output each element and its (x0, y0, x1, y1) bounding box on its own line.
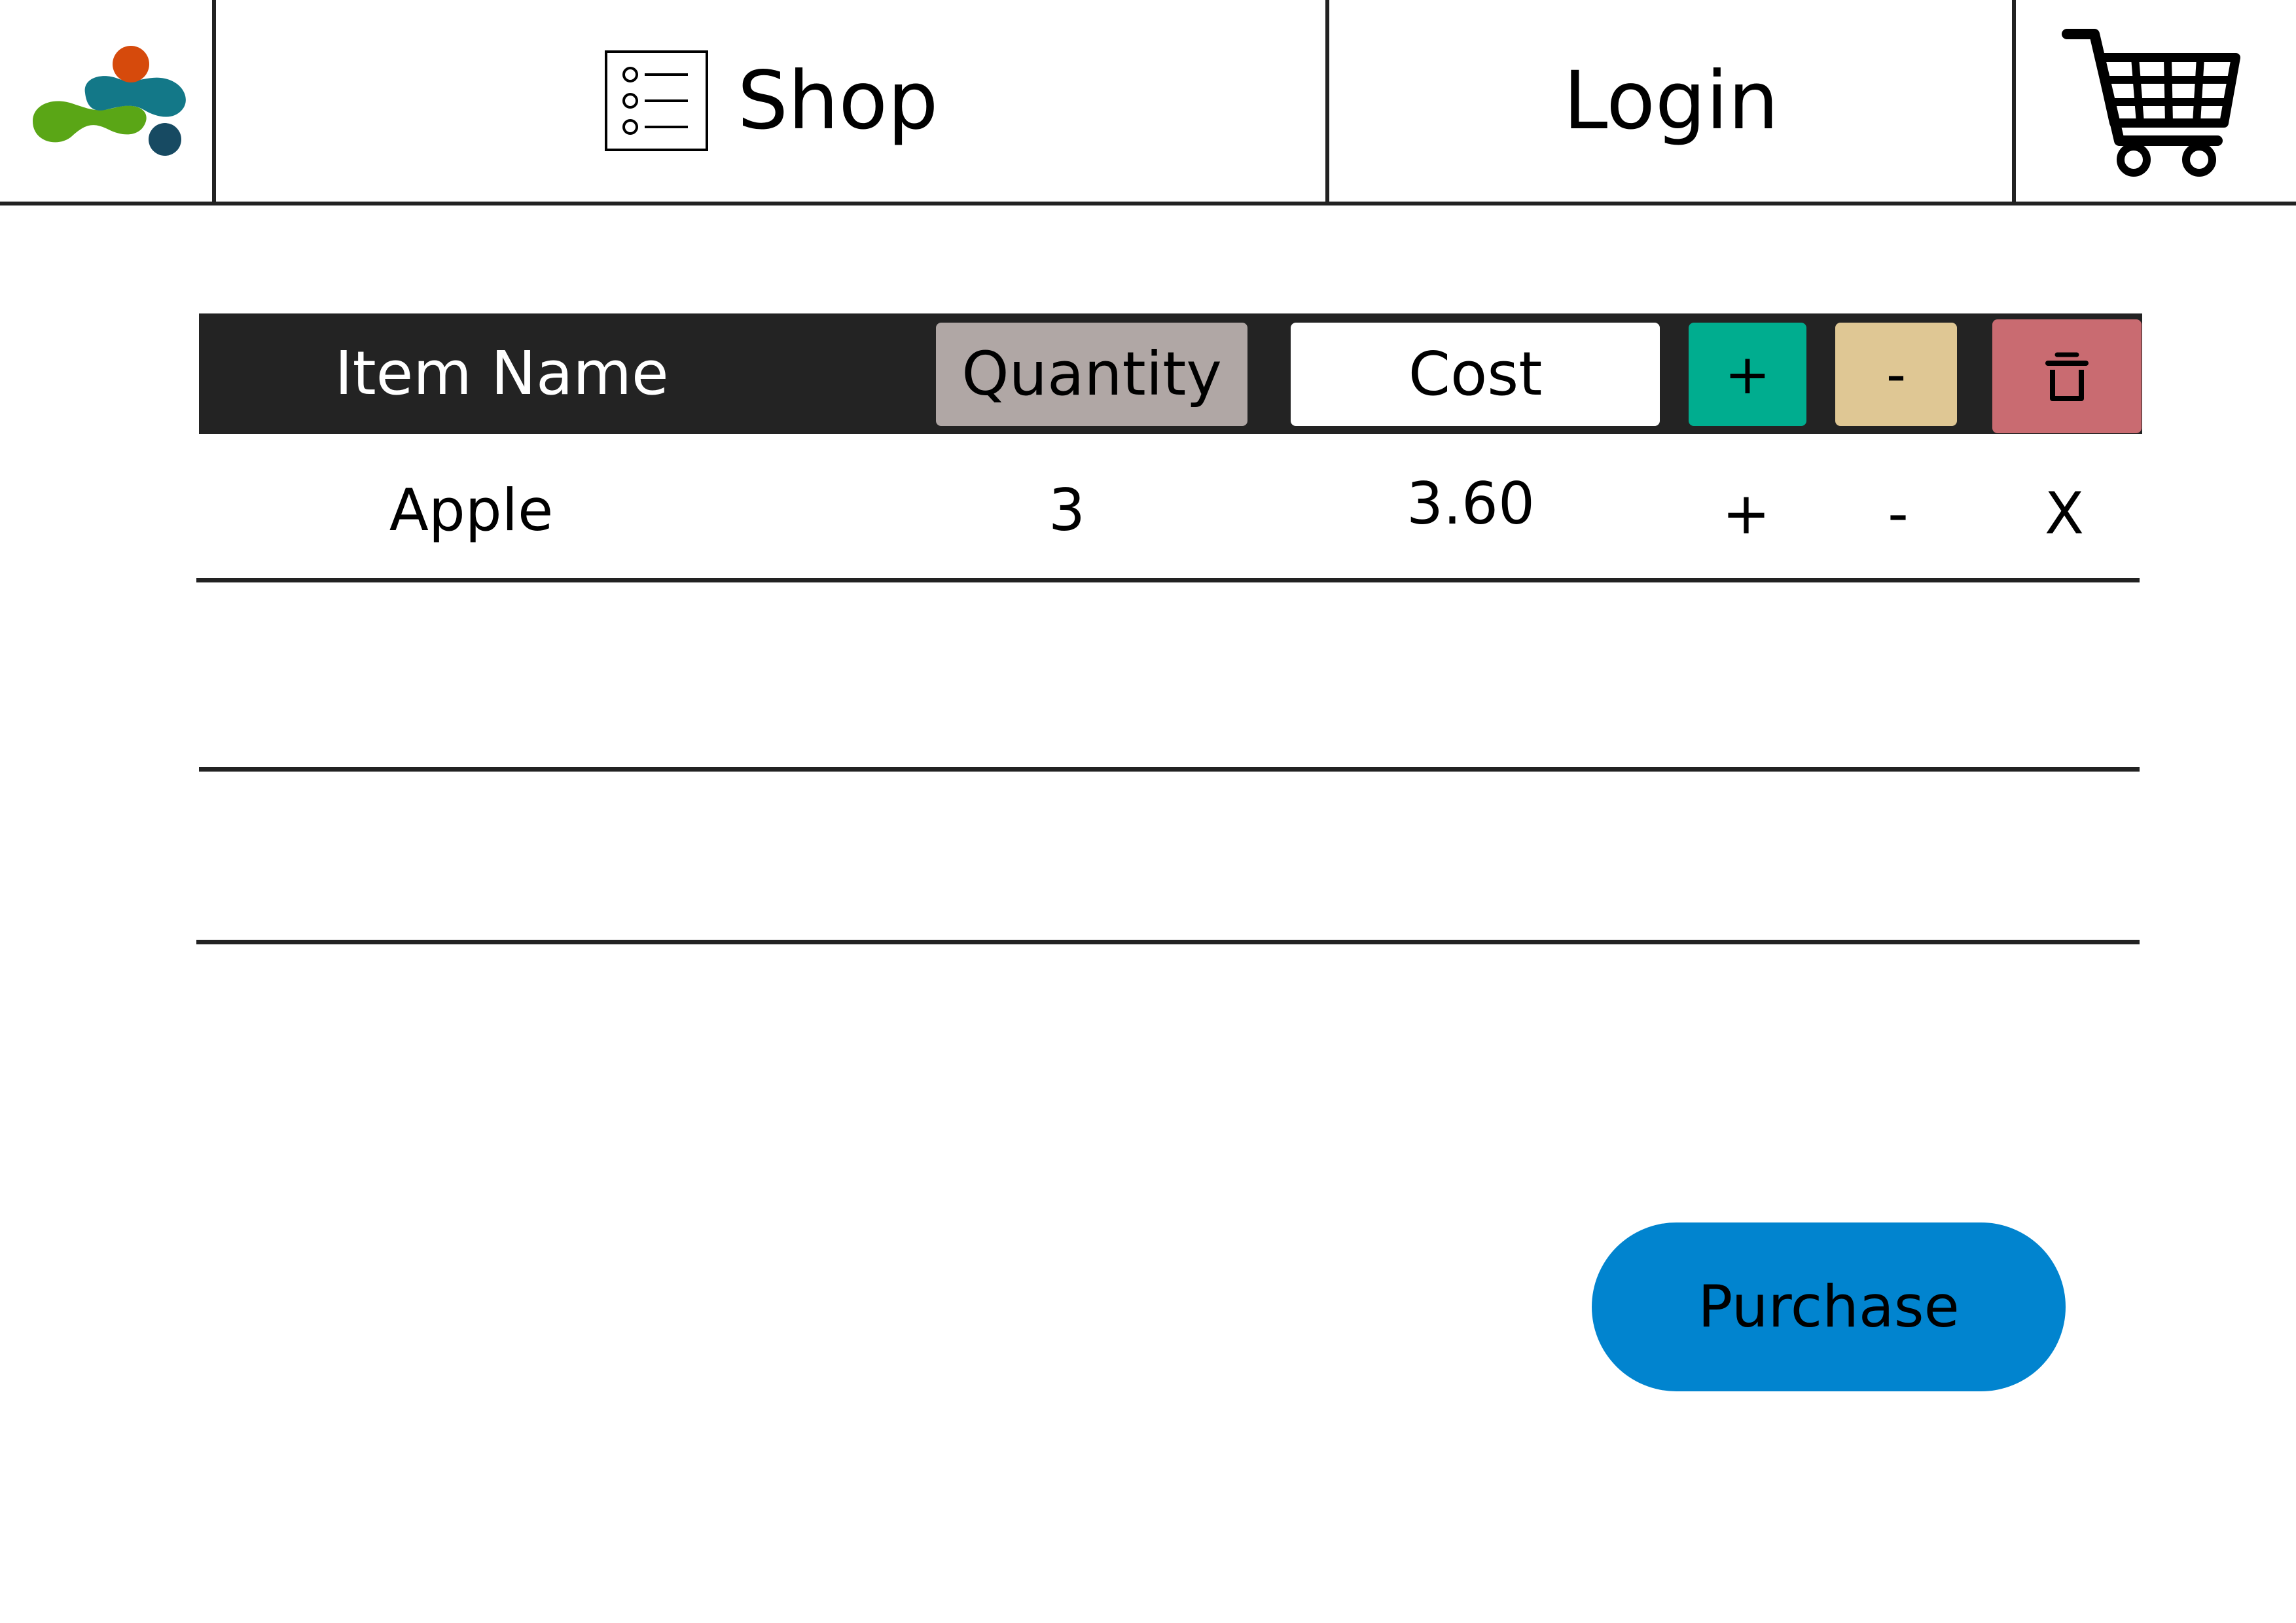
nav-shop[interactable]: Shop (216, 0, 1326, 202)
remove-item-button[interactable]: X (1999, 461, 2130, 566)
list-icon (604, 50, 708, 151)
nav-bottom-border (0, 202, 2296, 205)
trash-icon (2045, 352, 2089, 401)
logo-dot-navy (149, 123, 181, 156)
logo-blob-green (33, 101, 147, 143)
shopping-cart-icon (2062, 29, 2240, 177)
column-header-decrease: - (1835, 323, 1957, 426)
item-cost: 3.60 (1407, 470, 1535, 537)
logo-icon (33, 46, 186, 156)
row-divider (199, 767, 2140, 772)
nav-divider (2012, 0, 2016, 204)
item-quantity: 3 (1049, 476, 1085, 544)
column-header-quantity: Quantity (936, 323, 1247, 426)
row-divider (196, 578, 2140, 582)
cart-button[interactable] (2062, 26, 2245, 183)
column-header-cost: Cost (1291, 323, 1660, 426)
nav-login[interactable]: Login (1329, 0, 2013, 202)
column-header-item-name: Item Name (334, 338, 669, 408)
nav-login-label: Login (1563, 54, 1779, 147)
nav-shop-label: Shop (737, 54, 939, 147)
row-divider (196, 940, 2140, 944)
logo-dot-orange (113, 46, 149, 82)
purchase-button[interactable]: Purchase (1592, 1222, 2066, 1391)
increase-quantity-button[interactable]: + (1681, 461, 1812, 566)
table-header: Item Name Quantity Cost + - (199, 313, 2142, 434)
logo[interactable] (20, 39, 203, 170)
decrease-quantity-button[interactable]: - (1833, 461, 1964, 566)
top-nav: Shop Login (0, 0, 2296, 205)
item-name: Apple (389, 476, 554, 544)
column-header-increase: + (1689, 323, 1806, 426)
column-header-delete (1992, 319, 2142, 433)
